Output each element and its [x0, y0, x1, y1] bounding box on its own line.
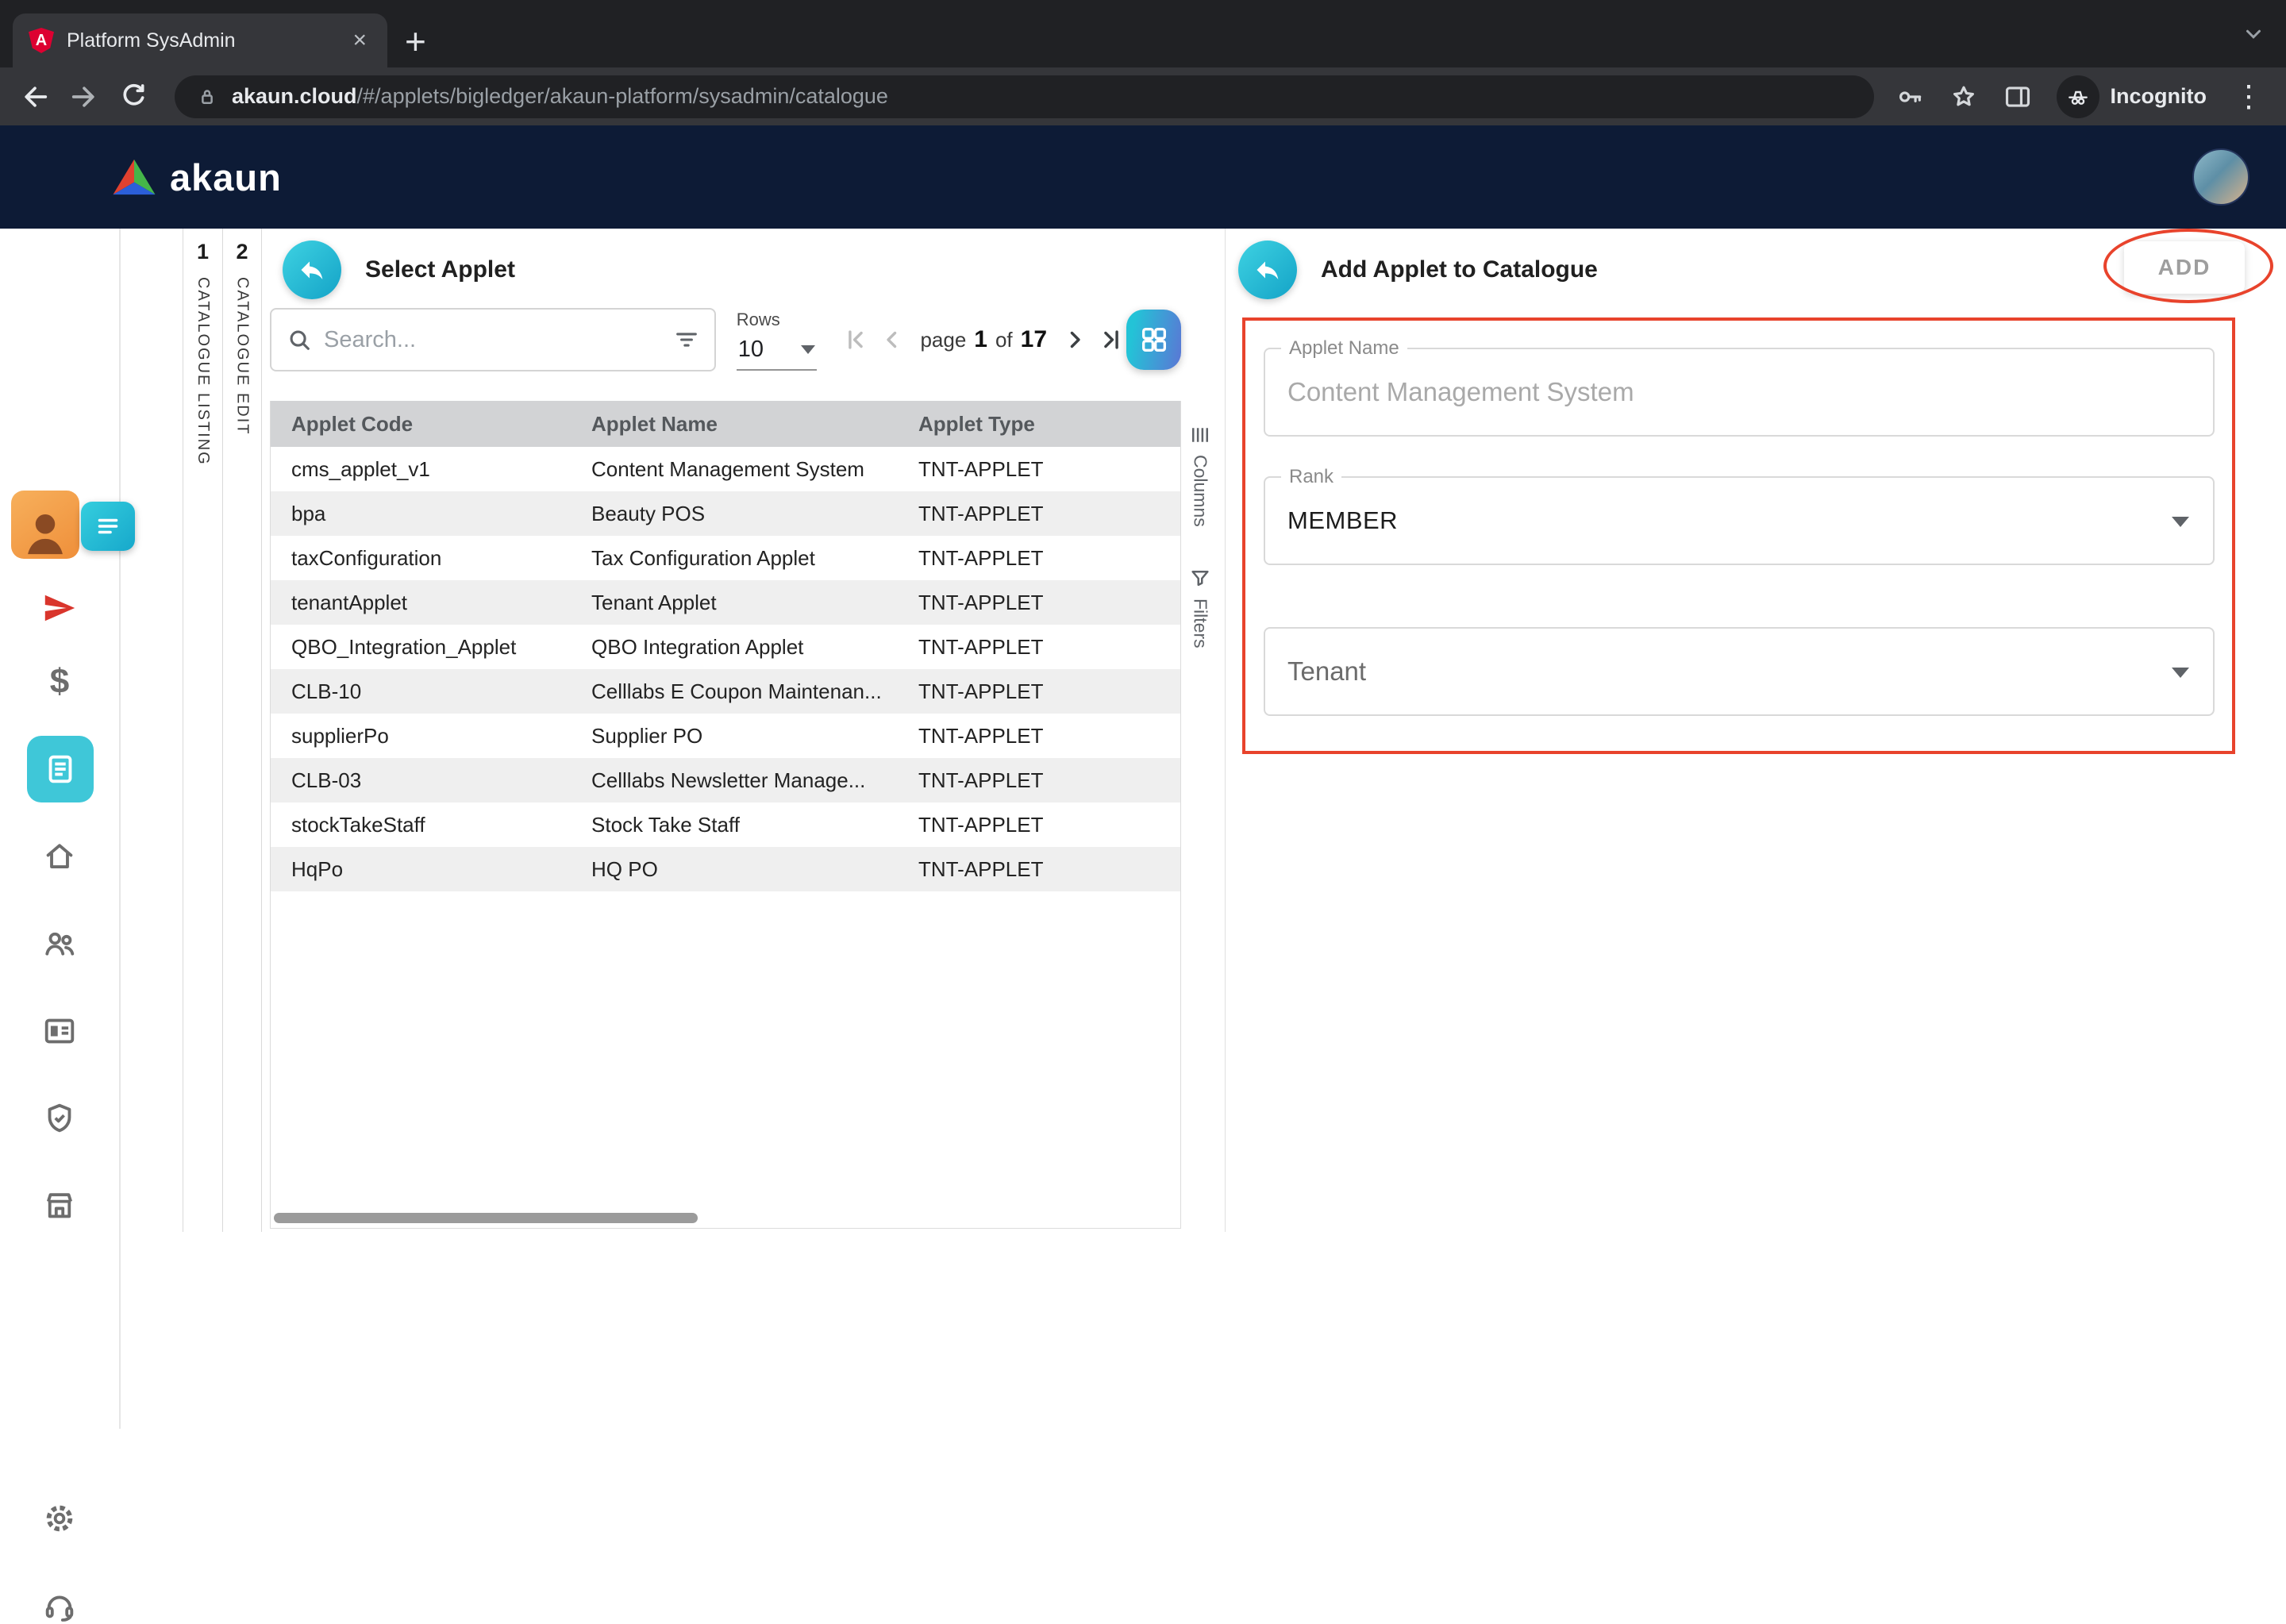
- browser-tab[interactable]: A Platform SysAdmin ×: [13, 13, 387, 67]
- tab-title: Platform SysAdmin: [67, 29, 348, 52]
- last-page-button[interactable]: [1096, 325, 1126, 355]
- angular-favicon-icon: A: [29, 28, 54, 53]
- lock-icon: [195, 85, 219, 109]
- dollar-icon[interactable]: $: [50, 662, 69, 702]
- paper-plane-icon[interactable]: [41, 590, 78, 626]
- cards-icon[interactable]: [41, 1013, 78, 1049]
- filters-toggle[interactable]: Filters: [1188, 567, 1212, 648]
- sidebar: $: [0, 229, 121, 1429]
- menu-toggle-icon[interactable]: [81, 502, 135, 551]
- columns-icon: [1188, 423, 1212, 447]
- table-row[interactable]: tenantAppletTenant AppletTNT-APPLET: [271, 580, 1180, 625]
- table-header: Applet Code Applet Name Applet Type: [271, 401, 1180, 447]
- rows-select[interactable]: 10: [737, 330, 818, 371]
- home-icon[interactable]: [41, 838, 78, 875]
- prev-page-button[interactable]: [877, 325, 907, 355]
- add-button[interactable]: ADD: [2124, 241, 2245, 294]
- step-tabs: 1 CATALOGUE LISTING 2 CATALOGUE EDIT: [183, 229, 262, 1232]
- table-row[interactable]: bpaBeauty POSTNT-APPLET: [271, 491, 1180, 536]
- applet-table: Applet Code Applet Name Applet Type cms_…: [270, 401, 1181, 1229]
- columns-toggle[interactable]: Columns: [1188, 423, 1212, 527]
- bookmark-star-icon[interactable]: [1949, 82, 1979, 112]
- dropdown-caret-icon: [2172, 668, 2189, 678]
- back-button[interactable]: [19, 81, 51, 113]
- dropdown-caret-icon: [801, 345, 815, 354]
- filter-list-icon[interactable]: [673, 326, 700, 353]
- logo-text: akaun: [170, 156, 282, 199]
- new-tab-button[interactable]: +: [405, 23, 426, 60]
- reload-button[interactable]: [117, 81, 149, 113]
- table-row[interactable]: cms_applet_v1Content Management SystemTN…: [271, 447, 1180, 491]
- rank-value: MEMBER: [1265, 478, 2213, 564]
- sidebar-item-catalogue-active[interactable]: [27, 736, 94, 802]
- search-box[interactable]: [270, 308, 716, 371]
- table-side-rail: Columns Filters: [1184, 423, 1216, 648]
- horizontal-scrollbar[interactable]: [274, 1213, 698, 1223]
- grid-icon: [1138, 324, 1170, 356]
- storefront-icon[interactable]: [41, 1187, 78, 1224]
- search-icon: [286, 326, 313, 353]
- support-headset-icon[interactable]: [41, 1587, 78, 1624]
- profile-avatar[interactable]: [11, 491, 79, 559]
- panel-title: Add Applet to Catalogue: [1321, 256, 1598, 283]
- column-header[interactable]: Applet Name: [588, 412, 915, 437]
- tab-search-chevron-icon[interactable]: [2242, 22, 2265, 46]
- applet-name-field[interactable]: Applet Name Content Management System: [1264, 348, 2215, 437]
- address-bar[interactable]: akaun.cloud/#/applets/bigledger/akaun-pl…: [175, 75, 1874, 118]
- column-header[interactable]: Applet Code: [271, 412, 588, 437]
- back-button-add-applet[interactable]: [1238, 241, 1297, 299]
- pagination: page 1 of 17: [841, 325, 1126, 355]
- rows-label: Rows: [737, 310, 818, 330]
- table-row[interactable]: supplierPoSupplier POTNT-APPLET: [271, 714, 1180, 758]
- select-applet-panel: Select Applet Rows 10: [270, 229, 1214, 1429]
- first-page-button[interactable]: [841, 325, 871, 355]
- akaun-logo: akaun: [110, 156, 282, 199]
- browser-menu-icon[interactable]: ⋮: [2230, 82, 2267, 112]
- workspace: $ 1 CATALOGUE LISTING: [0, 229, 2286, 1429]
- page-indicator: page 1 of 17: [920, 326, 1047, 353]
- journal-icon: [42, 751, 79, 787]
- tenant-placeholder: Tenant: [1265, 629, 2213, 714]
- user-avatar[interactable]: [2192, 148, 2249, 206]
- tenant-select[interactable]: Tenant: [1264, 627, 2215, 716]
- rank-select[interactable]: Rank MEMBER: [1264, 476, 2215, 565]
- url-text: akaun.cloud/#/applets/bigledger/akaun-pl…: [232, 84, 888, 109]
- app-header: akaun: [0, 125, 2286, 229]
- tab-catalogue-edit[interactable]: 2 CATALOGUE EDIT: [222, 229, 262, 1232]
- incognito-icon: [2057, 75, 2099, 118]
- tab-close-icon[interactable]: ×: [348, 25, 371, 56]
- browser-tab-strip: A Platform SysAdmin × +: [0, 0, 2286, 67]
- table-row[interactable]: stockTakeStaffStock Take StaffTNT-APPLET: [271, 802, 1180, 847]
- panel-divider: [1225, 229, 1226, 1232]
- people-icon[interactable]: [41, 926, 78, 962]
- shield-icon[interactable]: [41, 1100, 78, 1137]
- back-button-select-applet[interactable]: [283, 241, 341, 299]
- browser-toolbar: akaun.cloud/#/applets/bigledger/akaun-pl…: [0, 67, 2286, 125]
- table-row[interactable]: HqPoHQ POTNT-APPLET: [271, 847, 1180, 891]
- forward-button[interactable]: [68, 81, 100, 113]
- akaun-triangle-icon: [110, 156, 159, 198]
- search-input[interactable]: [324, 327, 673, 353]
- reply-arrow-icon: [1253, 256, 1282, 284]
- side-panel-icon[interactable]: [2003, 82, 2033, 112]
- settings-gear-icon[interactable]: [41, 1500, 78, 1537]
- table-row[interactable]: taxConfigurationTax Configuration Applet…: [271, 536, 1180, 580]
- add-applet-panel: Add Applet to Catalogue ADD Applet Name …: [1238, 229, 2240, 1429]
- tab-catalogue-listing[interactable]: 1 CATALOGUE LISTING: [183, 229, 222, 1232]
- table-row[interactable]: QBO_Integration_AppletQBO Integration Ap…: [271, 625, 1180, 669]
- column-header[interactable]: Applet Type: [915, 412, 1180, 437]
- table-row[interactable]: CLB-10Celllabs E Coupon Maintenan...TNT-…: [271, 669, 1180, 714]
- panel-title: Select Applet: [365, 256, 515, 283]
- password-key-icon[interactable]: [1895, 82, 1925, 112]
- incognito-badge: Incognito: [2057, 75, 2207, 118]
- funnel-icon: [1188, 567, 1212, 591]
- table-row[interactable]: CLB-03Celllabs Newsletter Manage...TNT-A…: [271, 758, 1180, 802]
- dropdown-caret-icon: [2172, 517, 2189, 527]
- rows-per-page-control: Rows 10: [737, 310, 818, 371]
- reply-arrow-icon: [298, 256, 326, 284]
- applet-name-value: Content Management System: [1265, 349, 2213, 435]
- grid-view-button[interactable]: [1126, 310, 1181, 370]
- next-page-button[interactable]: [1060, 325, 1090, 355]
